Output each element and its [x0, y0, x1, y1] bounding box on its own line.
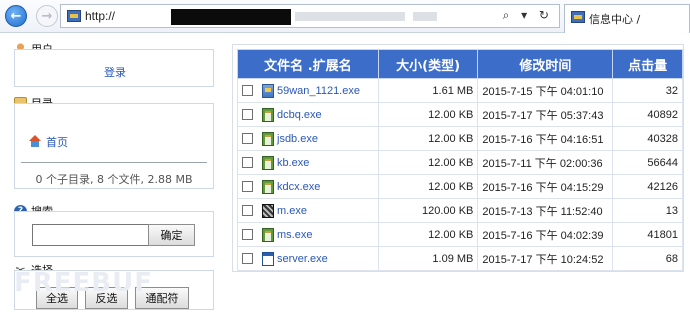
table-row: ms.exe 12.00 KB 2015-7-16 下午 04:02:39 41…: [237, 222, 683, 247]
file-checkbox[interactable]: [242, 133, 253, 144]
file-size: 120.00 KB: [377, 198, 479, 223]
file-link[interactable]: kb.exe: [277, 157, 309, 169]
tab-favicon-icon: [571, 11, 585, 23]
file-mtime: 2015-7-11 下午 02:00:36: [477, 150, 614, 175]
file-checkbox[interactable]: [242, 157, 253, 168]
file-clicks: 40892: [612, 102, 683, 127]
file-name-cell: jsdb.exe: [237, 126, 379, 151]
clipboard-exe-icon: [262, 131, 274, 146]
browser-toolbar: ← → http:// ⌕ ▾ ↻ 信息中心 /: [0, 0, 690, 33]
file-checkbox[interactable]: [242, 109, 253, 120]
confirm-button[interactable]: 确定: [148, 224, 195, 246]
file-checkbox[interactable]: [242, 229, 253, 240]
home-link[interactable]: 首页: [46, 134, 68, 150]
file-size: 1.09 MB: [377, 246, 479, 271]
file-mtime: 2015-7-17 下午 05:37:43: [477, 102, 614, 127]
file-name-cell: 59wan_1121.exe: [237, 78, 379, 103]
tab-title: 信息中心 /: [589, 13, 641, 26]
column-header-clicks[interactable]: 点击量: [612, 49, 683, 79]
file-link[interactable]: dcbq.exe: [277, 109, 322, 121]
file-link[interactable]: jsdb.exe: [277, 133, 318, 145]
file-name-cell: ms.exe: [237, 222, 379, 247]
page-favicon-icon: [67, 10, 81, 22]
table-row: m.exe 120.00 KB 2015-7-13 下午 11:52:40 13: [237, 198, 683, 223]
address-text[interactable]: http://: [85, 9, 115, 23]
file-clicks: 40328: [612, 126, 683, 151]
file-size: 12.00 KB: [377, 150, 479, 175]
clipboard-exe-icon: [262, 155, 274, 170]
file-clicks: 13: [612, 198, 683, 223]
file-size: 12.00 KB: [377, 222, 479, 247]
file-mtime: 2015-7-13 下午 11:52:40: [477, 198, 614, 223]
column-header-mtime[interactable]: 修改时间: [477, 49, 614, 79]
file-mtime: 2015-7-16 下午 04:15:29: [477, 174, 614, 199]
address-bar[interactable]: http:// ⌕ ▾ ↻: [60, 4, 560, 28]
file-clicks: 41801: [612, 222, 683, 247]
watermark: FREEBUF: [14, 268, 153, 298]
file-mtime: 2015-7-17 下午 10:24:52: [477, 246, 614, 271]
table-row: kb.exe 12.00 KB 2015-7-11 下午 02:00:36 56…: [237, 150, 683, 175]
clipboard-exe-icon: [262, 179, 274, 194]
blurred-url-part: [413, 12, 437, 21]
file-checkbox[interactable]: [242, 85, 253, 96]
file-name-cell: m.exe: [237, 198, 379, 223]
file-name-cell: kb.exe: [237, 150, 379, 175]
file-name-cell: kdcx.exe: [237, 174, 379, 199]
arrow-right-icon: →: [41, 8, 53, 24]
file-size: 12.00 KB: [377, 126, 479, 151]
redacted-url: [171, 9, 291, 25]
file-size: 1.61 MB: [377, 78, 479, 103]
table-row: kdcx.exe 12.00 KB 2015-7-16 下午 04:15:29 …: [237, 174, 683, 199]
login-link[interactable]: 登录: [15, 64, 215, 80]
user-box: 登录: [14, 49, 214, 87]
file-link[interactable]: ms.exe: [277, 229, 312, 241]
file-link[interactable]: m.exe: [277, 205, 307, 217]
divider: [21, 162, 207, 163]
column-header-size[interactable]: 大小(类型): [377, 49, 479, 79]
file-checkbox[interactable]: [242, 181, 253, 192]
file-size: 12.00 KB: [377, 174, 479, 199]
clipboard-exe-icon: [262, 227, 274, 242]
table-header-row: 文件名 .扩展名 大小(类型) 修改时间 点击量: [237, 49, 683, 79]
file-clicks: 68: [612, 246, 683, 271]
directory-summary: 0 个子目录, 8 个文件, 2.88 MB: [35, 173, 193, 186]
file-link[interactable]: kdcx.exe: [277, 181, 320, 193]
file-name-cell: dcbq.exe: [237, 102, 379, 127]
file-checkbox[interactable]: [242, 253, 253, 264]
file-size: 12.00 KB: [377, 102, 479, 127]
file-table: 文件名 .扩展名 大小(类型) 修改时间 点击量 59wan_1121.exe …: [237, 49, 683, 271]
file-clicks: 56644: [612, 150, 683, 175]
file-clicks: 42126: [612, 174, 683, 199]
file-checkbox[interactable]: [242, 205, 253, 216]
blurred-url-part: [295, 12, 405, 21]
pattern-exe-icon: [262, 203, 274, 218]
file-list-panel: 文件名 .扩展名 大小(类型) 修改时间 点击量 59wan_1121.exe …: [232, 44, 684, 272]
directory-box: 首页 0 个子目录, 8 个文件, 2.88 MB: [14, 103, 214, 189]
address-tools[interactable]: ⌕ ▾ ↻: [503, 8, 553, 23]
table-row: dcbq.exe 12.00 KB 2015-7-17 下午 05:37:43 …: [237, 102, 683, 127]
file-link[interactable]: 59wan_1121.exe: [277, 85, 360, 97]
table-row: 59wan_1121.exe 1.61 MB 2015-7-15 下午 04:0…: [237, 78, 683, 103]
home-icon: [29, 135, 42, 147]
file-mtime: 2015-7-16 下午 04:16:51: [477, 126, 614, 151]
file-mtime: 2015-7-16 下午 04:02:39: [477, 222, 614, 247]
window-exe-icon: [262, 251, 274, 266]
search-input[interactable]: [32, 224, 158, 246]
table-row: server.exe 1.09 MB 2015-7-17 下午 10:24:52…: [237, 246, 683, 271]
file-link[interactable]: server.exe: [277, 253, 328, 265]
file-name-cell: server.exe: [237, 246, 379, 271]
column-header-name[interactable]: 文件名 .扩展名: [237, 49, 379, 79]
file-mtime: 2015-7-15 下午 04:01:10: [477, 78, 614, 103]
file-clicks: 32: [612, 78, 683, 103]
browser-tab[interactable]: 信息中心 /: [564, 4, 690, 33]
arrow-left-icon: ←: [10, 8, 22, 24]
table-row: jsdb.exe 12.00 KB 2015-7-16 下午 04:16:51 …: [237, 126, 683, 151]
clipboard-exe-icon: [262, 107, 274, 122]
back-button[interactable]: ←: [5, 5, 27, 27]
forward-button[interactable]: →: [36, 5, 58, 27]
installer-icon: [262, 83, 274, 98]
